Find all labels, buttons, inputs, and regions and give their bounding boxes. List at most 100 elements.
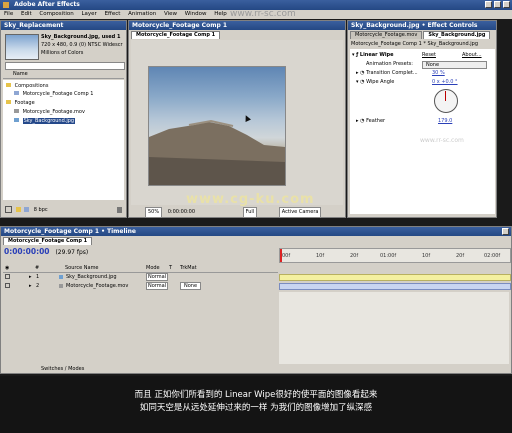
ruler-tick: 02:00f <box>484 253 501 259</box>
col-source[interactable]: Source Name <box>65 264 99 272</box>
project-search-field[interactable] <box>5 62 125 70</box>
expand-arrow-icon[interactable]: ▸ <box>29 273 32 281</box>
menu-bar: File Edit Composition Layer Effect Anima… <box>0 10 512 19</box>
timeline-close-button[interactable] <box>502 228 509 235</box>
feather-value[interactable]: 179.0 <box>438 117 452 125</box>
expand-arrow-icon[interactable]: ▸ <box>356 118 359 124</box>
eye-header-icon: ◉ <box>5 265 10 271</box>
project-column-name[interactable]: Name <box>3 71 124 79</box>
folder-icon <box>6 83 11 87</box>
effects-watermark: www.rr-sc.com <box>420 137 464 144</box>
ruler-tick: 20f <box>456 253 465 259</box>
col-num: # <box>35 265 40 271</box>
comp-tab-row: Motorcycle_Footage Comp 1 <box>131 31 221 39</box>
tab-sky[interactable]: Sky_Background.jpg <box>423 31 491 39</box>
layer-bar-1[interactable] <box>279 274 511 281</box>
zoom-dropdown[interactable]: 50% <box>145 207 163 218</box>
layer-number: 1 <box>36 274 40 280</box>
wipe-angle-dial[interactable] <box>434 89 458 113</box>
interpret-icon[interactable] <box>5 206 12 213</box>
stopwatch-icon[interactable]: ◔ <box>360 79 364 85</box>
fx-about-link[interactable]: About... <box>462 51 482 59</box>
effects-title-bar: Sky_Background.jpg • Effect Controls <box>348 21 496 30</box>
mode-dropdown[interactable]: Normal <box>146 282 169 290</box>
expand-arrow-icon[interactable]: ▸ <box>29 282 32 290</box>
trash-icon[interactable] <box>117 207 122 213</box>
list-item-label: Motorcycle_Footage Comp 1 <box>22 91 94 97</box>
current-time-indicator[interactable] <box>280 249 282 262</box>
menu-animation[interactable]: Animation <box>128 11 156 17</box>
col-t: T <box>169 265 173 271</box>
ruler-tick: 20f <box>350 253 359 259</box>
ruler-tick: 10f <box>316 253 325 259</box>
layer-bar-2[interactable] <box>279 283 511 290</box>
col-mode[interactable]: Mode <box>146 264 160 272</box>
menu-edit[interactable]: Edit <box>21 11 32 17</box>
list-item-label: Sky_Background.jpg <box>22 118 76 124</box>
project-info-size: 720 x 480, 0.9 (0) NTSC Widescr <box>41 42 123 48</box>
presets-dropdown[interactable]: None <box>422 61 487 69</box>
stopwatch-icon[interactable]: ◔ <box>360 118 364 124</box>
ruler-tick: 10f <box>422 253 431 259</box>
fx-linear-wipe-row[interactable]: ▾ ƒ Linear Wipe Reset About... <box>350 51 495 59</box>
menu-window[interactable]: Window <box>185 11 207 17</box>
ruler-tick: 00f <box>282 253 291 259</box>
tab-comp[interactable]: Motorcycle_Footage Comp 1 <box>131 31 221 39</box>
tab-motorcycle[interactable]: Motorcycle_Footage.mov <box>350 31 423 39</box>
camera-dropdown[interactable]: Active Camera <box>278 207 322 218</box>
comp-viewer: www.cg-ku.com <box>131 40 343 207</box>
timecode-display[interactable]: 0:00:00:00 <box>168 209 195 215</box>
layer-list-area <box>3 292 278 364</box>
timeline-ruler[interactable]: 00f 10f 20f 01:00f 10f 20f 02:00f <box>279 248 511 263</box>
expand-arrow-icon[interactable]: ▾ <box>356 79 359 85</box>
transition-value[interactable]: 30 % <box>432 69 445 77</box>
wipe-angle-value[interactable]: 0 x +0.0 ° <box>432 78 458 86</box>
timeline-panel: Motorcycle_Footage Comp 1 • Timeline Mot… <box>0 226 512 374</box>
new-comp-icon[interactable] <box>24 207 30 212</box>
fx-presets-row: Animation Presets: None <box>350 60 495 69</box>
track-area <box>279 292 509 364</box>
layer-name[interactable]: Motorcycle_Footage.mov <box>66 282 128 290</box>
menu-layer[interactable]: Layer <box>81 11 96 17</box>
col-trkmat[interactable]: TrkMat <box>180 264 197 272</box>
minimize-button[interactable] <box>485 1 492 8</box>
layer-name[interactable]: Sky_Background.jpg <box>66 273 117 281</box>
comp-icon <box>14 91 19 95</box>
stopwatch-icon[interactable]: ◔ <box>360 70 364 76</box>
menu-effect[interactable]: Effect <box>105 11 121 17</box>
effects-body: ▾ ƒ Linear Wipe Reset About... Animation… <box>350 49 495 214</box>
list-item-motorcycle[interactable]: Motorcycle_Footage.mov <box>3 108 124 116</box>
menu-file[interactable]: File <box>4 11 13 17</box>
fx-toggle-icon[interactable]: ▾ <box>352 52 355 58</box>
resolution-dropdown[interactable]: Full <box>242 207 258 218</box>
list-item-label: Footage <box>14 100 35 106</box>
tab-timeline-comp[interactable]: Motorcycle_Footage Comp 1 <box>3 237 93 245</box>
fx-reset-link[interactable]: Reset <box>422 51 436 59</box>
menu-help[interactable]: Help <box>214 11 227 17</box>
list-item-compositions[interactable]: Compositions <box>3 82 124 90</box>
maximize-button[interactable] <box>494 1 501 8</box>
new-folder-icon[interactable] <box>15 207 21 212</box>
trkmat-dropdown[interactable]: None <box>180 282 202 290</box>
list-item-footage[interactable]: Footage <box>3 99 124 107</box>
video-switch-icon[interactable] <box>5 274 10 279</box>
comp-frame[interactable] <box>148 66 286 186</box>
mode-dropdown[interactable]: Normal <box>146 273 169 281</box>
fx-icon[interactable]: ƒ <box>356 52 358 58</box>
switches-modes-toggle[interactable]: Switches / Modes <box>41 366 84 372</box>
timeline-timecode[interactable]: 0:00:00:00 <box>4 247 50 256</box>
layer-row-2[interactable]: ▸ 2 Motorcycle_Footage.mov Normal None <box>3 282 278 290</box>
list-item-sky[interactable]: Sky_Background.jpg <box>3 117 124 125</box>
workspace-gap <box>0 218 512 226</box>
image-icon <box>14 118 19 122</box>
close-button[interactable] <box>503 1 510 8</box>
layer-row-1[interactable]: ▸ 1 Sky_Background.jpg Normal <box>3 273 278 281</box>
video-switch-icon[interactable] <box>5 283 10 288</box>
list-item-comp[interactable]: Motorcycle_Footage Comp 1 <box>3 90 124 98</box>
menu-view[interactable]: View <box>164 11 177 17</box>
bit-depth[interactable]: 8 bpc <box>34 207 48 213</box>
expand-arrow-icon[interactable]: ▸ <box>356 70 359 76</box>
menu-composition[interactable]: Composition <box>39 11 73 17</box>
footage-icon <box>14 109 19 113</box>
subtitle-line-2: 如同天空是从远处延伸过来的一样 为我们的图像增加了纵深感 <box>139 403 373 413</box>
